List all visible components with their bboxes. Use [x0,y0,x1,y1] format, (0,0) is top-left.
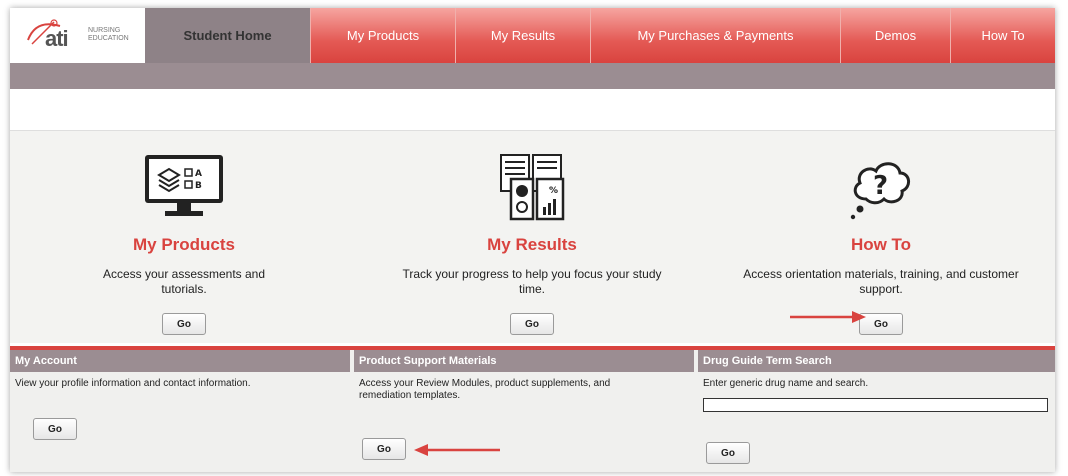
svg-text:%: % [549,186,558,196]
panel-drug-guide: Drug Guide Term Search Enter generic dru… [698,350,1055,472]
svg-text:?: ? [873,171,888,201]
my-account-go-button[interactable]: Go [33,418,77,440]
tile-how-to-desc: Access orientation materials, training, … [743,267,1019,296]
nav-my-purchases[interactable]: My Purchases & Payments [590,8,840,63]
red-arrow-left-icon [414,444,500,456]
panel-my-account-header: My Account [10,350,350,372]
nav-my-products[interactable]: My Products [310,8,455,63]
nav-demos[interactable]: Demos [840,8,950,63]
red-arrow-right-icon [790,311,866,323]
report-documents-icon: % [500,154,565,221]
logo-subtitle-line2: EDUCATION [88,35,129,42]
tile-my-products-title: My Products [132,235,236,254]
tile-my-results-desc: Track your progress to help you focus yo… [402,267,662,296]
sub-nav-bar [10,63,1055,89]
monitor-icon: A B [145,155,223,216]
svg-text:A: A [195,169,202,179]
tile-my-results: % My Results Track your progress to help… [358,131,706,343]
tile-my-products: A B My Products Access your assessments … [10,131,358,343]
nav-my-purchases-label: My Purchases & Payments [637,28,794,43]
top-navigation: ati NURSING EDUCATION Student Home My Pro… [10,8,1055,63]
nav-student-home-label: Student Home [183,28,272,43]
main-tiles: A B My Products Access your assessments … [10,130,1055,343]
panel-product-support: Product Support Materials Access your Re… [354,350,694,472]
panel-product-support-header: Product Support Materials [354,350,694,372]
question-cloud-icon: ? [850,162,910,220]
panel-my-account-text: View your profile information and contac… [15,378,251,389]
nav-how-to-label: How To [981,28,1025,43]
panel-my-account: My Account View your profile information… [10,350,350,472]
nav-my-results-label: My Results [490,28,556,43]
bottom-panels: My Account View your profile information… [10,350,1055,472]
nav-how-to[interactable]: How To [950,8,1055,63]
logo-wordmark: ati [45,26,69,51]
tile-my-results-title: My Results [487,235,577,254]
nav-my-results[interactable]: My Results [455,8,590,63]
tile-how-to: ? How To Access orientation materials, t… [707,131,1055,343]
logo-subtitle: NURSING EDUCATION [88,27,129,43]
product-support-go-button[interactable]: Go [362,438,406,460]
svg-text:B: B [195,181,202,191]
drug-search-input[interactable] [703,398,1048,412]
panel-drug-guide-text: Enter generic drug name and search. [703,378,869,389]
panel-product-support-text: Access your Review Modules, product supp… [359,378,611,401]
nav-my-products-label: My Products [346,28,420,43]
drug-search-go-button[interactable]: Go [706,442,750,464]
ati-logo[interactable]: ati NURSING EDUCATION [10,8,145,63]
panel-drug-guide-header: Drug Guide Term Search [698,350,1055,372]
app-frame: ati NURSING EDUCATION Student Home My Pro… [10,8,1055,472]
my-results-go-button[interactable]: Go [510,313,554,335]
nav-demos-label: Demos [874,28,917,43]
tile-how-to-title: How To [850,235,912,254]
nav-student-home[interactable]: Student Home [145,8,310,63]
my-products-go-button[interactable]: Go [162,313,206,335]
tile-my-products-desc: Access your assessments and tutorials. [102,267,266,296]
logo-subtitle-line1: NURSING [88,27,121,34]
